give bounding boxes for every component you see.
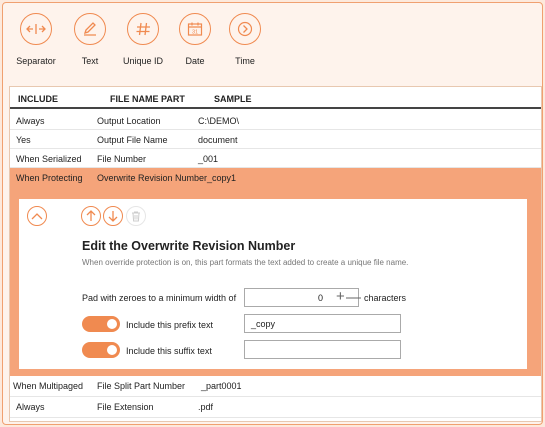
hash-icon: [127, 13, 159, 45]
pad-width-value: 0: [317, 293, 323, 303]
pad-unit-label: characters: [364, 293, 407, 303]
svg-text:31: 31: [192, 30, 198, 36]
unique-id-label: Unique ID: [122, 56, 164, 66]
chevron-up-icon: [31, 213, 43, 220]
calendar-icon: 31: [179, 13, 211, 45]
table-row[interactable]: When Serialized File Number _001: [10, 149, 541, 168]
cell-sample: document: [198, 135, 238, 145]
row-editor-container: Edit the Overwrite Revision Number When …: [10, 194, 541, 376]
editor-title: Edit the Overwrite Revision Number: [82, 239, 296, 253]
cell-part: Output Location: [97, 116, 161, 126]
prefix-text-input[interactable]: _copy: [244, 314, 401, 333]
cell-include: When Protecting: [16, 173, 83, 183]
text-label: Text: [81, 56, 99, 66]
cell-sample: .pdf: [198, 402, 214, 412]
date-button[interactable]: 31 Date: [171, 11, 219, 81]
cell-include: Yes: [16, 135, 31, 145]
arrow-up-icon: [86, 210, 96, 221]
cell-include: Always: [16, 402, 45, 412]
time-label: Time: [235, 56, 255, 66]
cell-include: When Multipaged: [13, 381, 84, 391]
header-include: INCLUDE: [18, 94, 58, 104]
cell-include: When Serialized: [16, 154, 82, 164]
editor-description: When override protection is on, this par…: [82, 258, 409, 267]
pencil-icon: [74, 13, 106, 45]
table-header: INCLUDE FILE NAME PART SAMPLE: [10, 87, 541, 109]
pad-label: Pad with zeroes to a minimum width of: [82, 293, 237, 303]
table-row[interactable]: Always File Extension .pdf: [10, 397, 541, 418]
cell-part: Overwrite Revision Number: [97, 173, 208, 183]
collapse-button[interactable]: [27, 206, 47, 226]
file-name-parts-table: INCLUDE FILE NAME PART SAMPLE Always Out…: [9, 86, 542, 422]
table-row-selected[interactable]: When Protecting Overwrite Revision Numbe…: [10, 168, 541, 194]
cell-sample: _part0001: [201, 381, 242, 391]
separator-button[interactable]: Separator: [7, 11, 65, 81]
header-file-name-part: FILE NAME PART: [110, 94, 185, 104]
suffix-text-input[interactable]: [244, 340, 401, 359]
row-editor: Edit the Overwrite Revision Number When …: [19, 199, 527, 369]
suffix-toggle[interactable]: [82, 342, 120, 358]
prefix-label: Include this prefix text: [126, 320, 214, 330]
naming-rule-frame: Separator Text Unique ID 31 Date Time IN…: [2, 2, 543, 425]
cell-part: File Split Part Number: [97, 381, 186, 391]
unique-id-button[interactable]: Unique ID: [115, 11, 171, 81]
table-row[interactable]: When Multipaged File Split Part Number _…: [10, 376, 541, 397]
decrement-button[interactable]: —: [346, 290, 361, 305]
date-label: Date: [185, 56, 205, 66]
prefix-toggle[interactable]: [82, 316, 120, 332]
delete-button[interactable]: [126, 206, 146, 226]
header-sample: SAMPLE: [214, 94, 252, 104]
increment-button[interactable]: +: [336, 289, 345, 304]
cell-part: File Number: [97, 154, 147, 164]
suffix-label: Include this suffix text: [126, 346, 212, 356]
cell-sample: _001: [198, 154, 219, 164]
move-down-button[interactable]: [103, 206, 123, 226]
part-toolbar: Separator Text Unique ID 31 Date Time: [7, 11, 271, 81]
cell-part: File Extension: [97, 402, 154, 412]
cell-sample: C:\DEMO\: [198, 116, 240, 126]
table-row[interactable]: Always Output Location C:\DEMO\: [10, 111, 541, 130]
cell-include: Always: [16, 116, 45, 126]
trash-icon: [132, 211, 140, 221]
move-up-button[interactable]: [81, 206, 101, 226]
table-row[interactable]: Yes Output File Name document: [10, 130, 541, 149]
arrow-down-icon: [108, 211, 118, 222]
cell-sample: _copy1: [207, 173, 237, 183]
separator-icon: [20, 13, 52, 45]
cell-part: Output File Name: [97, 135, 168, 145]
text-button[interactable]: Text: [65, 11, 115, 81]
chevron-right-icon: [229, 13, 261, 45]
separator-label: Separator: [16, 56, 56, 66]
time-button[interactable]: Time: [219, 11, 271, 81]
